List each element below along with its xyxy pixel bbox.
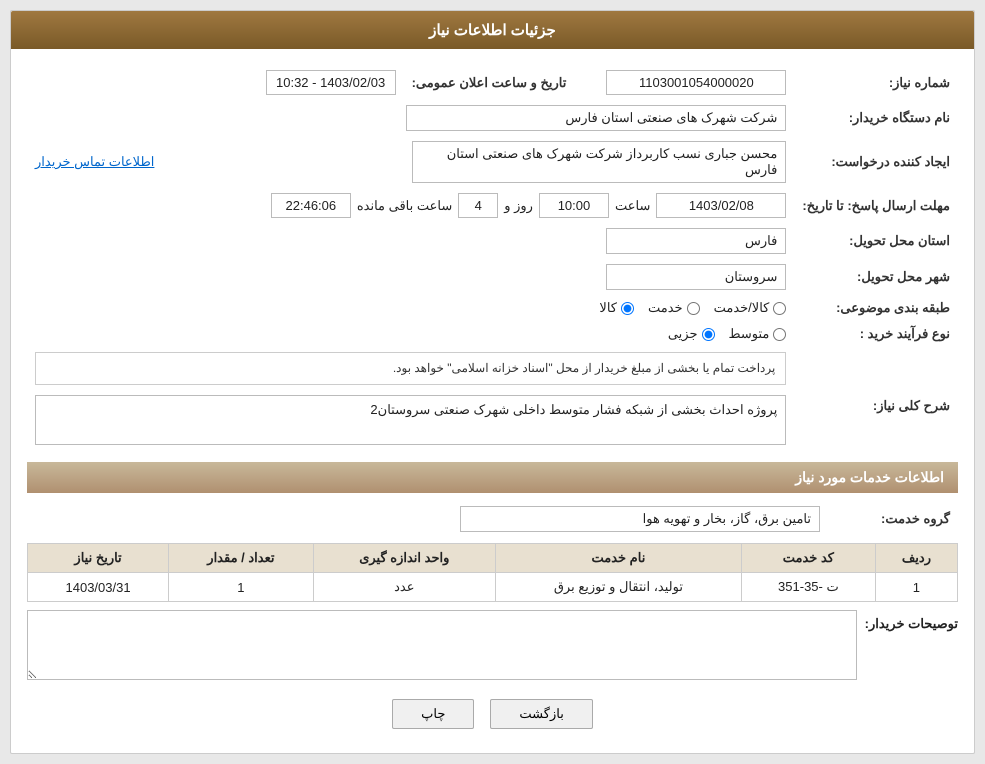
province-value: فارس — [606, 228, 786, 254]
col-row: ردیف — [875, 544, 957, 573]
buyer-name-label: نام دستگاه خریدار: — [794, 100, 958, 136]
service-table: ردیف کد خدمت نام خدمت واحد اندازه گیری ت… — [27, 543, 958, 602]
need-desc-value: پروژه احداث بخشی از شبکه فشار متوسط داخل… — [35, 395, 786, 445]
table-row: 1ت -35-351تولید، انتقال و توزیع برقعدد11… — [28, 573, 958, 602]
buyer-notes-label: توصیحات خریدار: — [865, 610, 958, 632]
col-count: تعداد / مقدار — [169, 544, 314, 573]
announce-date-value: 1403/02/03 - 10:32 — [266, 70, 396, 95]
purchase-type-label: نوع فرآیند خرید : — [794, 321, 958, 347]
service-group-label: گروه خدمت: — [828, 501, 958, 537]
deadline-days-label: روز و — [504, 198, 533, 214]
deadline-time-label: ساعت — [615, 198, 650, 214]
need-number-label: شماره نیاز: — [794, 65, 958, 100]
category-khedmat[interactable]: خدمت — [648, 300, 700, 316]
creator-label: ایجاد کننده درخواست: — [794, 136, 958, 188]
print-button[interactable]: چاپ — [392, 699, 474, 729]
buyer-notes-input[interactable] — [27, 610, 857, 680]
purchase-type-motavasset[interactable]: متوسط — [729, 326, 787, 342]
deadline-remaining: 22:46:06 — [271, 193, 351, 218]
deadline-label: مهلت ارسال پاسخ: تا تاریخ: — [794, 188, 958, 223]
services-section-header: اطلاعات خدمات مورد نیاز — [27, 462, 958, 493]
col-date: تاریخ نیاز — [28, 544, 169, 573]
col-unit: واحد اندازه گیری — [313, 544, 495, 573]
deadline-date: 1403/02/08 — [656, 193, 786, 218]
category-label: طبقه بندی موضوعی: — [794, 295, 958, 321]
deadline-days: 4 — [458, 193, 498, 218]
purchase-notice: پرداخت تمام یا بخشی از مبلغ خریدار از مح… — [35, 352, 786, 385]
category-kala[interactable]: کالا — [599, 300, 634, 316]
service-group-value: تامین برق، گاز، بخار و تهویه هوا — [460, 506, 820, 532]
city-value: سروستان — [606, 264, 786, 290]
deadline-remaining-label: ساعت باقی مانده — [357, 198, 452, 214]
col-name: نام خدمت — [495, 544, 741, 573]
announce-date-label: تاریخ و ساعت اعلان عمومی: — [404, 65, 575, 100]
col-code: کد خدمت — [741, 544, 875, 573]
buyer-name-value: شرکت شهرک های صنعتی استان فارس — [406, 105, 786, 131]
city-label: شهر محل تحویل: — [794, 259, 958, 295]
purchase-type-mozayede[interactable]: جزیی — [668, 326, 715, 342]
need-number-value: 1103001054000020 — [606, 70, 786, 95]
category-kala-khedmat[interactable]: کالا/خدمت — [714, 300, 787, 316]
need-desc-label: شرح کلی نیاز: — [794, 390, 958, 450]
creator-value: محسن جباری نسب کاربرداز شرکت شهرک های صن… — [412, 141, 787, 183]
back-button[interactable]: بازگشت — [490, 699, 592, 729]
province-label: استان محل تحویل: — [794, 223, 958, 259]
deadline-time: 10:00 — [539, 193, 609, 218]
page-title: جزئیات اطلاعات نیاز — [11, 11, 974, 49]
contact-link[interactable]: اطلاعات تماس خریدار — [35, 154, 154, 169]
